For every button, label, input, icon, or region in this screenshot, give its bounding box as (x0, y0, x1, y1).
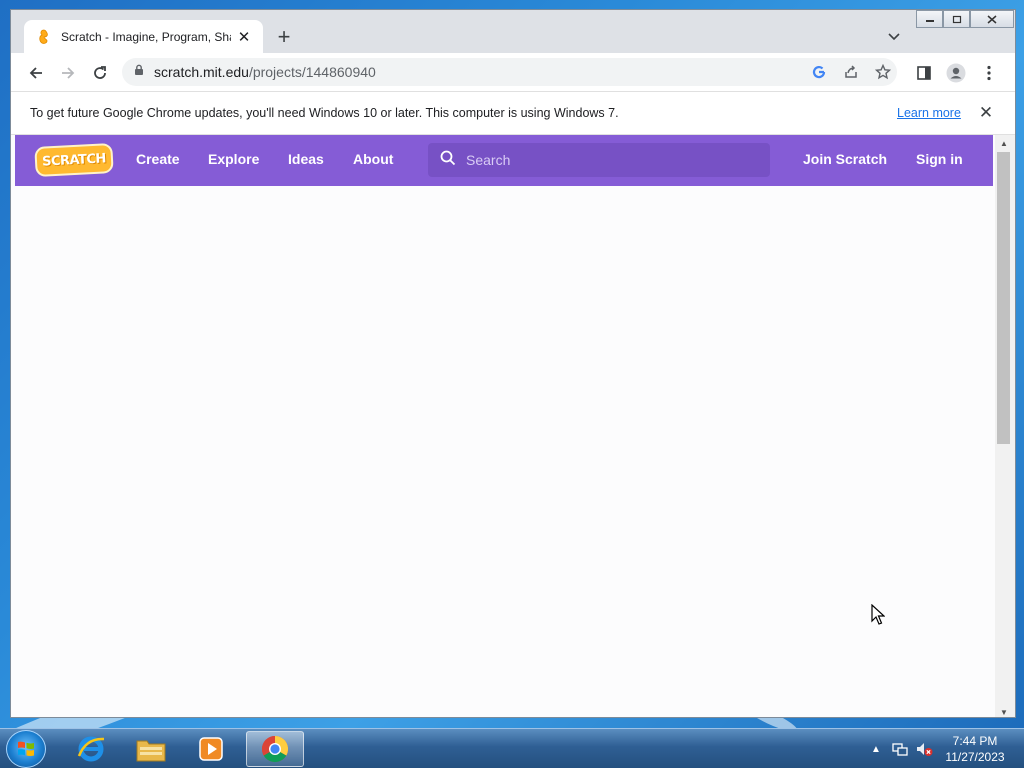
media-player-icon (199, 737, 223, 761)
new-tab-button[interactable]: + (273, 26, 295, 48)
page-scrollbar[interactable]: ▲ ▼ (995, 135, 1015, 717)
taskbar: ▲ 7:44 PM 11/27/2023 (0, 728, 1024, 768)
lock-icon[interactable] (134, 63, 144, 81)
scratch-navbar: SCRATCH Create Explore Ideas About Join … (15, 135, 993, 186)
windows-logo-icon (18, 741, 34, 756)
tab-strip: Scratch - Imagine, Program, Share ✕ + (11, 10, 1015, 53)
window-controls (916, 10, 1014, 28)
join-scratch-link[interactable]: Join Scratch (803, 151, 887, 167)
nav-explore[interactable]: Explore (208, 151, 259, 167)
file-explorer-icon (136, 740, 166, 762)
network-icon[interactable] (890, 739, 910, 759)
url-host: scratch.mit.edu (154, 64, 249, 80)
nav-about[interactable]: About (353, 151, 393, 167)
minimize-button[interactable] (916, 10, 943, 28)
close-infobar-icon[interactable]: ✕ (977, 103, 995, 122)
nav-ideas[interactable]: Ideas (288, 151, 324, 167)
volume-muted-icon[interactable] (914, 739, 934, 759)
side-panel-icon[interactable] (912, 61, 936, 85)
nav-create[interactable]: Create (136, 151, 180, 167)
reload-button[interactable] (88, 61, 112, 85)
update-infobar: To get future Google Chrome updates, you… (11, 91, 1015, 135)
browser-toolbar: scratch.mit.edu/projects/144860940 (11, 53, 1015, 91)
url-path: /projects/144860940 (248, 64, 376, 80)
browser-tab[interactable]: Scratch - Imagine, Program, Share ✕ (24, 20, 263, 53)
search-icon (440, 150, 456, 171)
scroll-thumb[interactable] (997, 152, 1010, 444)
address-bar[interactable]: scratch.mit.edu/projects/144860940 (122, 58, 897, 86)
back-button[interactable] (24, 61, 48, 85)
learn-more-link[interactable]: Learn more (897, 106, 961, 120)
bookmark-star-icon[interactable] (874, 63, 892, 81)
taskbar-media-player[interactable] (182, 731, 240, 767)
search-box (428, 143, 770, 177)
clock-date: 11/27/2023 (945, 750, 1005, 764)
search-input[interactable] (466, 152, 756, 168)
forward-button[interactable] (56, 61, 80, 85)
infobar-message: To get future Google Chrome updates, you… (30, 106, 619, 120)
restore-button[interactable] (943, 10, 970, 28)
tab-title: Scratch - Imagine, Program, Share (61, 29, 231, 44)
clock-time: 7:44 PM (952, 734, 998, 748)
internet-explorer-icon (77, 736, 105, 762)
page-viewport: SCRATCH Create Explore Ideas About Join … (11, 135, 995, 717)
close-window-button[interactable] (970, 10, 1014, 28)
chrome-menu-icon[interactable] (977, 61, 1001, 85)
scroll-up-arrow-icon[interactable]: ▲ (999, 138, 1009, 148)
taskbar-chrome[interactable] (246, 731, 304, 767)
scroll-down-arrow-icon[interactable]: ▼ (999, 707, 1009, 717)
taskbar-file-explorer[interactable] (122, 731, 180, 767)
taskbar-clock[interactable]: 7:44 PM 11/27/2023 (940, 733, 1010, 765)
url-text: scratch.mit.edu/projects/144860940 (154, 64, 376, 80)
system-tray: ▲ (866, 729, 938, 768)
chrome-window: Scratch - Imagine, Program, Share ✕ + sc… (10, 9, 1016, 718)
taskbar-internet-explorer[interactable] (62, 731, 120, 767)
profile-avatar-icon[interactable] (944, 61, 968, 85)
google-translate-icon[interactable] (810, 63, 828, 81)
show-hidden-icons-icon[interactable]: ▲ (866, 739, 886, 759)
mouse-cursor-icon (871, 603, 886, 631)
scratch-logo[interactable]: SCRATCH (34, 142, 114, 178)
start-button[interactable] (6, 730, 46, 768)
tab-search-icon[interactable] (885, 28, 903, 46)
sign-in-link[interactable]: Sign in (916, 151, 963, 167)
chrome-icon (261, 735, 289, 763)
scratch-cat-icon (36, 29, 52, 45)
share-icon[interactable] (842, 63, 860, 81)
close-tab-icon[interactable]: ✕ (235, 28, 253, 46)
